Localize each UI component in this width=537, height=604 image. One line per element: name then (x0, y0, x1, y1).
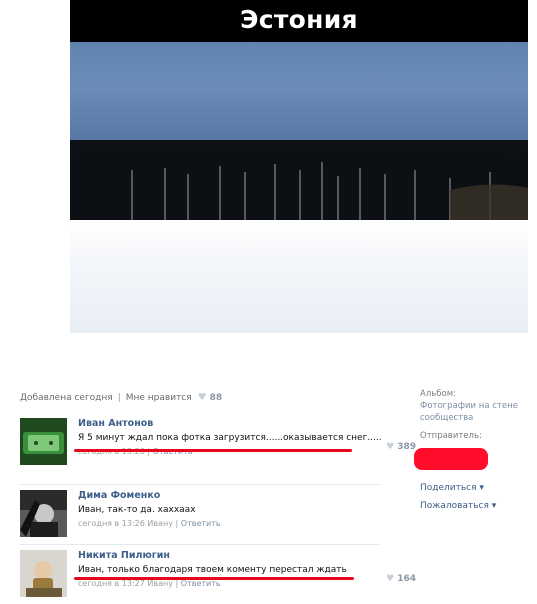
highlight-underline (74, 449, 352, 452)
share-button[interactable]: Поделиться ▾ (420, 482, 484, 494)
heart-icon: ♥ (386, 574, 395, 584)
comment-item: Никита Пилюгин Иван, только благодаря тв… (20, 550, 416, 600)
heart-icon[interactable]: ♥ (198, 392, 207, 403)
reply-button[interactable]: Ответить (181, 519, 221, 528)
comment-meta: сегодня в 13:27 Ивану | Ответить (78, 579, 398, 588)
treeline-graphic (70, 147, 528, 222)
album-label: Альбом: (420, 389, 456, 399)
comment-divider (20, 544, 380, 545)
photo-treeline (70, 140, 528, 222)
comment-time: сегодня в 13:26 Ивану (78, 519, 173, 528)
like-button[interactable]: Мне нравится (126, 393, 192, 403)
comment-body: Никита Пилюгин Иван, только благодаря тв… (78, 550, 416, 588)
comment-meta: сегодня в 13:26 Ивану | Ответить (78, 519, 398, 528)
avatar[interactable] (20, 490, 67, 537)
photo-caption: Эстония (240, 5, 358, 34)
heart-icon: ♥ (386, 442, 395, 452)
comment-text: Иван, только благодаря твоем коменту пер… (78, 565, 347, 575)
sender-label: Отправитель: (420, 431, 482, 441)
photo-sidebar: Альбом: Фотографии на стене сообщества О… (414, 388, 530, 511)
album-link[interactable]: Фотографии на стене сообщества (420, 400, 530, 424)
comment-author[interactable]: Никита Пилюгин (78, 550, 398, 561)
comment-text: Иван, так-то да. хаххаах (78, 505, 196, 515)
redaction-mark (414, 448, 488, 470)
comment-body: Дима Фоменко Иван, так-то да. хаххаах се… (78, 490, 398, 528)
avatar-image (20, 550, 67, 597)
comment-like-count: 389 (397, 442, 416, 452)
comment-divider (20, 484, 380, 485)
avatar[interactable] (20, 418, 67, 465)
comment-author[interactable]: Дима Фоменко (78, 490, 398, 501)
comment-author[interactable]: Иван Антонов (78, 418, 398, 429)
post-photo[interactable]: Эстония (70, 0, 528, 333)
added-date: Добавлена сегодня (20, 392, 113, 403)
meta-separator: | (117, 392, 121, 403)
comment-time: сегодня в 13:27 Ивану (78, 579, 173, 588)
comment-like-count: 164 (397, 574, 416, 584)
report-button[interactable]: Пожаловаться ▾ (420, 500, 496, 512)
photo-cloud (70, 40, 528, 100)
highlight-underline (74, 577, 354, 580)
avatar[interactable] (20, 550, 67, 597)
comment-text: Я 5 минут ждал пока фотка загрузится....… (78, 433, 382, 443)
avatar-image (20, 418, 67, 465)
comment-item: Дима Фоменко Иван, так-то да. хаххаах се… (20, 490, 380, 540)
avatar-image (20, 490, 67, 537)
comment-like[interactable]: ♥ 164 (386, 574, 416, 584)
like-count: 88 (209, 392, 223, 403)
comment-item: Иван Антонов Я 5 минут ждал пока фотка з… (20, 418, 416, 476)
comment-like[interactable]: ♥ 389 (386, 442, 416, 452)
photo-snow (70, 220, 528, 333)
post-meta: Добавлена сегодня | Мне нравится ♥ 88 (20, 392, 222, 403)
reply-button[interactable]: Ответить (181, 579, 221, 588)
